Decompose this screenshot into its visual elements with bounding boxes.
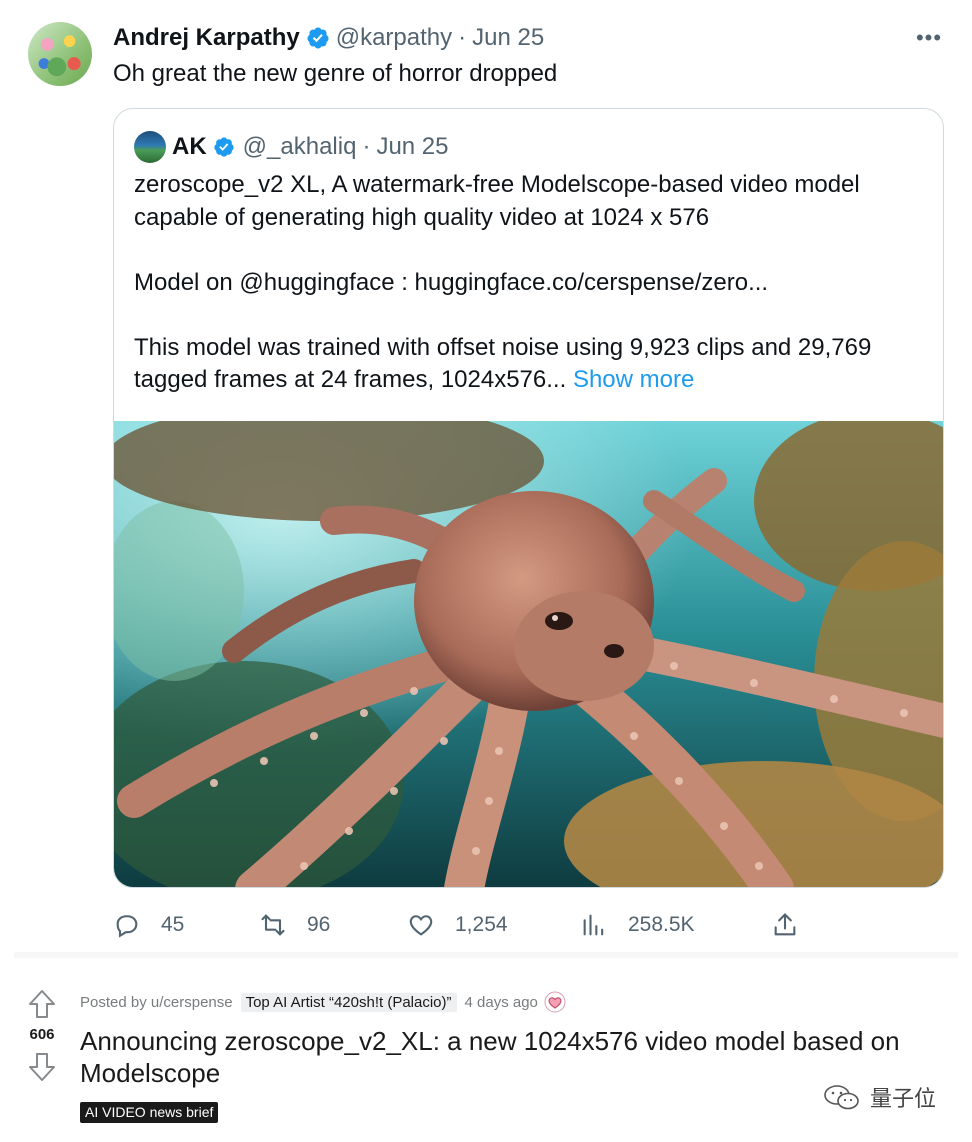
author-name[interactable]: Andrej Karpathy bbox=[113, 24, 300, 52]
separator-dot: · bbox=[362, 133, 371, 160]
retweet-count: 96 bbox=[307, 913, 331, 936]
video-thumbnail[interactable] bbox=[114, 421, 943, 887]
quoted-text-line: capable of generating high quality video… bbox=[134, 203, 710, 231]
reddit-post: 606 Posted by u/cerspense Top AI Artist … bbox=[0, 975, 972, 1142]
upvote-arrow-icon[interactable] bbox=[28, 989, 56, 1019]
share-button[interactable] bbox=[771, 905, 799, 945]
quoted-text-line: tagged frames at 24 frames, 1024x576... bbox=[134, 366, 567, 393]
award-heart-icon[interactable] bbox=[544, 991, 566, 1013]
quoted-text-line: zeroscope_v2 XL, A watermark-free Models… bbox=[134, 171, 860, 198]
retweet-icon bbox=[261, 914, 285, 936]
quoted-text-line-last: tagged frames at 24 frames, 1024x576... … bbox=[134, 364, 934, 397]
user-flair: Top AI Artist “420sh!t (Palacio)” bbox=[240, 992, 457, 1012]
post-time[interactable]: 4 days ago bbox=[465, 994, 538, 1011]
quoted-tweet-date[interactable]: Jun 25 bbox=[376, 133, 448, 161]
share-icon bbox=[774, 913, 796, 936]
views-chart-icon bbox=[583, 914, 604, 936]
watermark: 量子位 bbox=[822, 1080, 936, 1114]
views-count: 258.5K bbox=[628, 913, 695, 936]
heart-icon bbox=[409, 915, 433, 936]
posted-by[interactable]: Posted by u/cerspense bbox=[80, 994, 233, 1011]
tweet-card: Andrej Karpathy @karpathy · Jun 25 ••• O… bbox=[0, 0, 972, 958]
quoted-author-name[interactable]: AK bbox=[172, 133, 207, 161]
section-divider bbox=[14, 952, 958, 958]
quoted-tweet-text: zeroscope_v2 XL, A watermark-free Models… bbox=[134, 169, 934, 397]
author-avatar[interactable] bbox=[28, 22, 92, 86]
tweet-header: Andrej Karpathy @karpathy · Jun 25 bbox=[113, 22, 544, 54]
quoted-text-line: Model on @huggingface : huggingface.co/c… bbox=[134, 268, 769, 296]
show-more-link[interactable]: Show more bbox=[573, 366, 694, 393]
tweet-date[interactable]: Jun 25 bbox=[472, 24, 544, 52]
quoted-tweet[interactable]: AK @_akhaliq · Jun 25 zeroscope_v2 XL, A… bbox=[113, 108, 944, 888]
octopus-image bbox=[114, 421, 943, 887]
like-count: 1,254 bbox=[455, 913, 508, 936]
verified-badge-icon bbox=[307, 27, 329, 49]
vote-score: 606 bbox=[29, 1026, 55, 1043]
author-handle[interactable]: @karpathy bbox=[336, 24, 452, 52]
quoted-author-handle[interactable]: @_akhaliq bbox=[243, 133, 357, 161]
quoted-tweet-header: AK @_akhaliq · Jun 25 bbox=[172, 131, 449, 163]
quoted-author-avatar[interactable] bbox=[134, 131, 166, 163]
reply-icon bbox=[116, 915, 138, 938]
reply-button[interactable]: 45 bbox=[113, 905, 184, 945]
like-button[interactable]: 1,254 bbox=[407, 905, 508, 945]
quoted-text-line: This model was trained with offset noise… bbox=[134, 333, 872, 361]
verified-badge-icon bbox=[214, 137, 234, 157]
views-button[interactable]: 258.5K bbox=[580, 905, 695, 945]
post-title[interactable]: Announcing zeroscope_v2_XL: a new 1024x5… bbox=[80, 1025, 950, 1089]
watermark-text: 量子位 bbox=[870, 1086, 937, 1111]
reply-count: 45 bbox=[161, 913, 185, 936]
post-flair[interactable]: AI VIDEO news brief bbox=[80, 1102, 219, 1123]
tweet-actions: 45 96 1,254 258.5K bbox=[0, 905, 972, 945]
separator-dot: · bbox=[458, 24, 467, 51]
downvote-arrow-icon[interactable] bbox=[28, 1052, 56, 1082]
post-meta: Posted by u/cerspense Top AI Artist “420… bbox=[80, 991, 566, 1013]
retweet-button[interactable]: 96 bbox=[259, 905, 330, 945]
wechat-logo-icon bbox=[824, 1085, 859, 1110]
more-options-icon[interactable]: ••• bbox=[914, 27, 944, 49]
tweet-text: Oh great the new genre of horror dropped bbox=[113, 60, 558, 87]
